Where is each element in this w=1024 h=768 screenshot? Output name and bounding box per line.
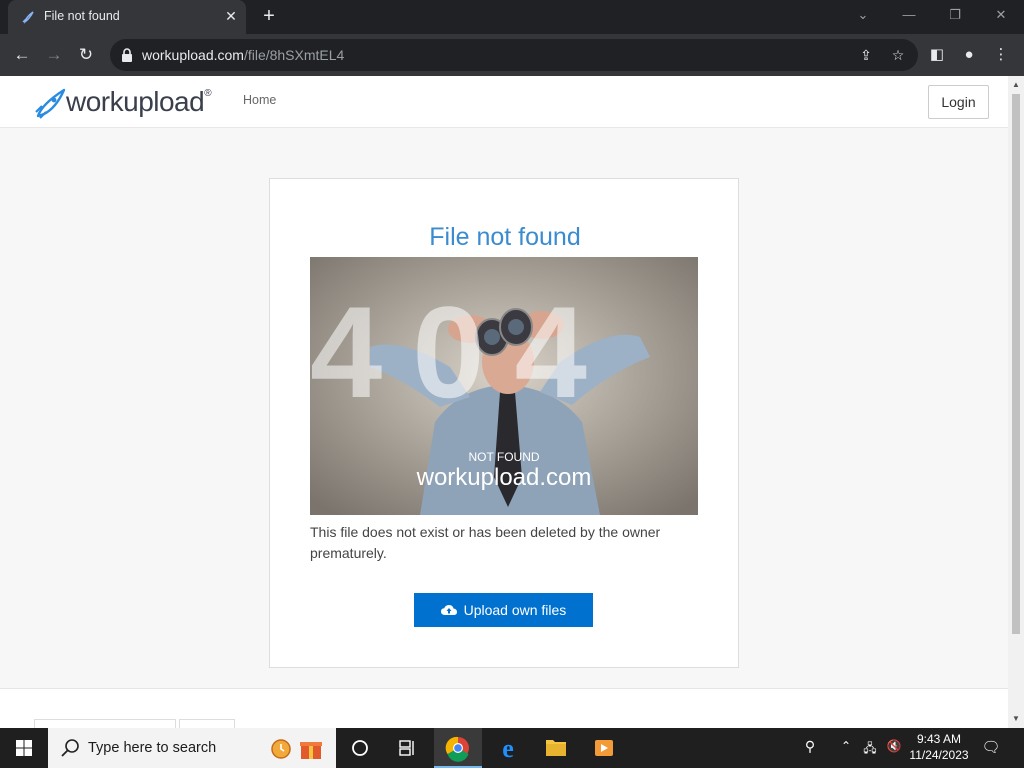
site-header: workupload® Home Login xyxy=(0,76,1008,128)
browser-tabstrip: File not found ✕ + ⌄ — ❐ ✕ xyxy=(0,0,1024,34)
browser-tab[interactable]: File not found ✕ xyxy=(8,0,246,34)
page-footer xyxy=(0,688,1008,728)
rocket-favicon-icon xyxy=(22,11,34,24)
address-bar[interactable]: workupload.com/file/8hSXmtEL4 ⇪ ☆ xyxy=(110,39,918,71)
footer-element xyxy=(179,719,235,728)
notifications-icon[interactable]: 🗨 xyxy=(980,738,1002,756)
nav-home-link[interactable]: Home xyxy=(243,93,276,107)
side-panel-icon[interactable]: ◧ xyxy=(926,44,948,66)
forward-icon[interactable]: → xyxy=(41,42,67,68)
people-icon[interactable]: ⚲ xyxy=(800,738,820,755)
page-scrollbar[interactable]: ▲ ▼ xyxy=(1008,76,1024,728)
task-view-icon[interactable] xyxy=(384,728,432,768)
menu-icon[interactable]: ⋮ xyxy=(990,44,1012,66)
image-brand-text: workupload.com xyxy=(416,464,592,491)
clock[interactable]: 9:43 AM 11/24/2023 xyxy=(904,731,974,763)
taskbar-search-box[interactable]: Type here to search xyxy=(48,728,336,768)
page-viewport: workupload® Home Login File not found 40… xyxy=(0,76,1008,728)
new-tab-icon[interactable]: + xyxy=(258,6,280,28)
rocket-logo-icon xyxy=(35,88,66,119)
footer-element xyxy=(34,719,176,728)
scroll-thumb[interactable] xyxy=(1012,94,1020,634)
browser-toolbar: ← → ↻ workupload.com/file/8hSXmtEL4 ⇪ ☆ … xyxy=(0,34,1024,76)
file-explorer-icon[interactable] xyxy=(532,728,580,768)
internet-explorer-icon[interactable]: e xyxy=(484,728,532,768)
tab-search-icon[interactable]: ⌄ xyxy=(840,0,886,32)
windows-logo-icon xyxy=(16,740,32,756)
clock-time: 9:43 AM xyxy=(916,732,962,746)
share-icon[interactable]: ⇪ xyxy=(856,45,876,65)
show-hidden-icons-icon[interactable]: ⌃ xyxy=(838,739,854,753)
clock-date: 11/24/2023 xyxy=(909,748,969,762)
url-text: workupload.com/file/8hSXmtEL4 xyxy=(142,47,345,63)
close-window-icon[interactable]: ✕ xyxy=(978,0,1024,32)
upload-button-label: Upload own files xyxy=(463,602,567,618)
search-placeholder: Type here to search xyxy=(88,740,217,756)
restore-icon[interactable]: ❐ xyxy=(932,0,978,32)
volume-muted-icon[interactable]: 🔇 xyxy=(884,739,904,753)
chrome-taskbar-icon[interactable] xyxy=(434,728,482,768)
minimize-icon[interactable]: — xyxy=(886,0,932,32)
logo-text: workupload® xyxy=(66,86,212,117)
windows-taskbar: Type here to search e ⚲ ⌃ 🖧 🔇 9:43 AM 11… xyxy=(0,728,1024,768)
alarm-clock-icon xyxy=(271,739,291,759)
network-icon[interactable]: 🖧 xyxy=(860,739,880,760)
back-icon[interactable]: ← xyxy=(9,42,35,68)
gift-icon xyxy=(300,742,322,759)
login-button[interactable]: Login xyxy=(928,85,989,119)
file-not-found-card: File not found 404 NOT FOUND workupload.… xyxy=(269,178,739,668)
lock-icon xyxy=(122,48,132,62)
bookmark-star-icon[interactable]: ☆ xyxy=(888,45,908,65)
not-found-message: This file does not exist or has been del… xyxy=(310,524,661,561)
screen: File not found ✕ + ⌄ — ❐ ✕ ← → ↻ workupl… xyxy=(0,0,1024,768)
page-title: File not found xyxy=(429,223,581,251)
reload-icon[interactable]: ↻ xyxy=(73,42,99,68)
upload-own-files-button[interactable]: Upload own files xyxy=(414,593,593,627)
svg-text:e: e xyxy=(502,734,514,763)
media-app-icon[interactable] xyxy=(580,728,628,768)
scroll-up-icon[interactable]: ▲ xyxy=(1008,78,1024,92)
profile-icon[interactable]: ● xyxy=(958,44,980,66)
search-icon xyxy=(61,739,79,757)
tab-close-icon[interactable]: ✕ xyxy=(222,7,240,25)
image-not-found-text: NOT FOUND xyxy=(468,450,539,464)
not-found-image: 404 NOT FOUND workupload.com xyxy=(310,257,698,515)
man-with-binoculars-illustration: 404 NOT FOUND workupload.com xyxy=(310,257,698,515)
image-404-text: 404 xyxy=(310,279,617,425)
cortana-icon[interactable] xyxy=(336,728,384,768)
tab-title: File not found xyxy=(44,9,120,23)
scroll-down-icon[interactable]: ▼ xyxy=(1008,712,1024,726)
cloud-upload-icon xyxy=(440,605,457,615)
start-button[interactable] xyxy=(0,728,48,768)
